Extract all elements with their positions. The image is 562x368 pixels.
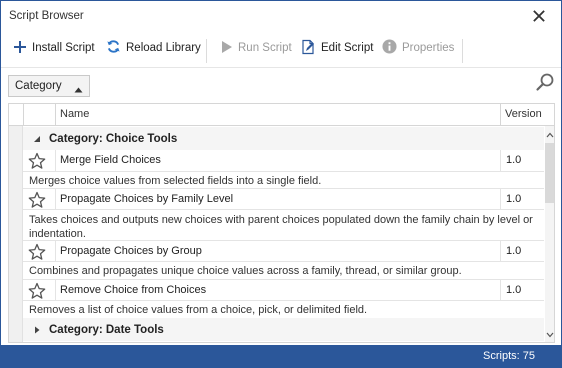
script-browser-window: Script Browser Install Script Reload Lib…	[0, 0, 562, 368]
scroll-down-icon[interactable]	[546, 330, 554, 338]
script-description: Removes a list of choice values from a c…	[29, 304, 368, 316]
edit-document-icon	[301, 39, 316, 58]
search-icon[interactable]	[535, 72, 555, 92]
script-version: 1.0	[500, 150, 544, 171]
name-column-header[interactable]: Name	[55, 104, 500, 125]
group-row-date-tools[interactable]: Category: Date Tools	[23, 318, 544, 341]
script-name: Merge Field Choices	[55, 150, 500, 171]
plus-icon	[13, 40, 27, 57]
toolbar-divider	[206, 39, 207, 63]
grid-header: Name Version	[9, 104, 554, 126]
title-bar: Script Browser	[1, 1, 561, 32]
install-script-button[interactable]: Install Script	[13, 38, 95, 58]
edit-script-button[interactable]: Edit Script	[301, 38, 373, 58]
edit-script-label: Edit Script	[321, 42, 374, 54]
script-description: Takes choices and outputs new choices wi…	[29, 214, 533, 240]
favorite-star-icon[interactable]	[28, 243, 46, 261]
favorite-star-icon[interactable]	[28, 282, 46, 300]
script-row[interactable]: Remove Choice from Choices 1.0	[23, 279, 544, 301]
category-chip-label: Category	[15, 80, 62, 92]
group-label: Category: Date Tools	[49, 323, 164, 336]
script-version: 1.0	[500, 280, 544, 301]
sort-ascending-icon	[74, 84, 83, 96]
scroll-up-icon[interactable]	[546, 130, 554, 138]
script-name: Remove Choice from Choices	[55, 280, 500, 301]
version-column-header[interactable]: Version	[500, 104, 544, 125]
favorite-column-header[interactable]	[23, 104, 55, 125]
run-script-button[interactable]: Run Script	[220, 38, 292, 58]
info-icon	[382, 39, 397, 57]
group-indent-column	[9, 126, 23, 342]
toolbar: Install Script Reload Library Run Script	[1, 33, 561, 63]
run-icon	[220, 40, 233, 57]
toolbar-divider	[462, 39, 463, 63]
scrollbar-thumb[interactable]	[545, 143, 554, 203]
collapse-arrow-icon[interactable]	[33, 135, 43, 143]
script-row[interactable]: Merge Field Choices 1.0	[23, 150, 544, 172]
properties-button[interactable]: Properties	[382, 38, 454, 58]
vertical-scrollbar[interactable]	[545, 126, 554, 342]
group-row-choice-tools[interactable]: Category: Choice Tools	[23, 127, 544, 150]
run-script-label: Run Script	[238, 42, 292, 54]
category-group-chip[interactable]: Category	[8, 75, 90, 97]
script-name: Propagate Choices by Family Level	[55, 189, 500, 210]
script-name: Propagate Choices by Group	[55, 241, 500, 262]
script-row[interactable]: Propagate Choices by Family Level 1.0	[23, 188, 544, 210]
scripts-count: Scripts: 75	[483, 350, 535, 362]
install-script-label: Install Script	[32, 42, 95, 54]
reload-library-label: Reload Library	[126, 42, 201, 54]
close-icon[interactable]	[531, 8, 547, 24]
script-version: 1.0	[500, 241, 544, 262]
group-label: Category: Choice Tools	[49, 132, 178, 145]
reload-icon	[106, 39, 121, 57]
scripts-grid: Name Version Category: Choice Tools Merg…	[8, 103, 555, 343]
reload-library-button[interactable]: Reload Library	[106, 38, 201, 58]
status-bar: Scripts: 75	[1, 345, 561, 367]
window-title: Script Browser	[9, 10, 84, 22]
script-version: 1.0	[500, 189, 544, 210]
favorite-star-icon[interactable]	[28, 191, 46, 209]
expand-arrow-icon[interactable]	[33, 326, 43, 334]
script-row[interactable]: Propagate Choices by Group 1.0	[23, 240, 544, 262]
favorite-star-icon[interactable]	[28, 152, 46, 170]
group-by-bar: Category	[1, 67, 561, 101]
script-description: Merges choice values from selected field…	[29, 175, 322, 187]
script-description: Combines and propagates unique choice va…	[29, 265, 462, 277]
properties-label: Properties	[402, 42, 455, 54]
